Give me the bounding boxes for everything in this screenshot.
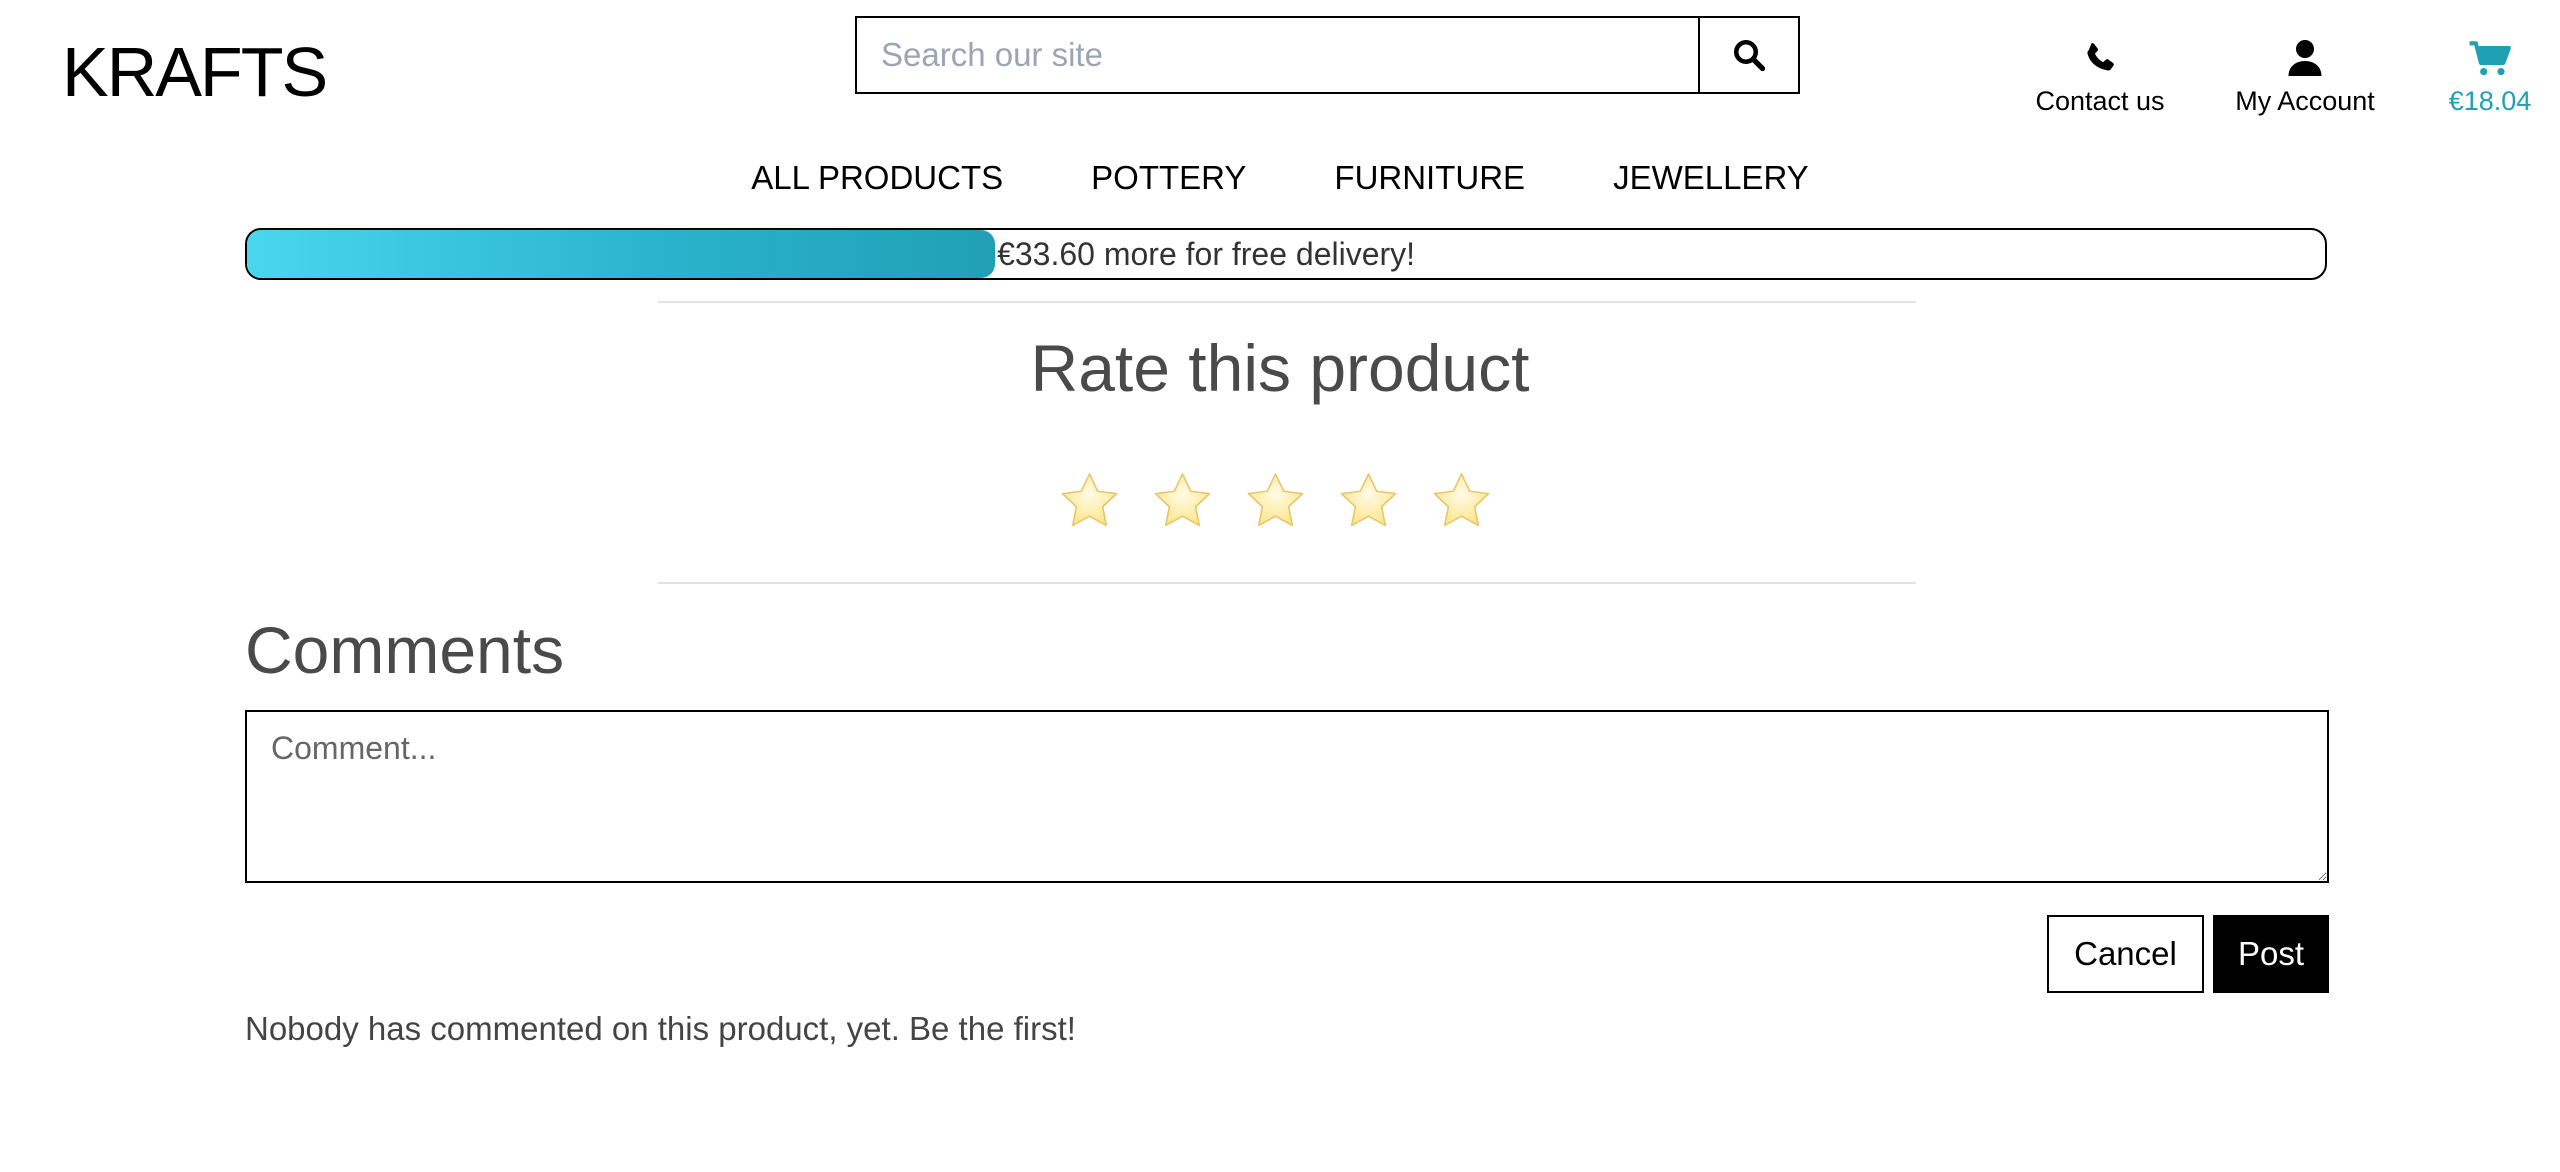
search-bar: [855, 16, 1800, 94]
divider: [658, 301, 1916, 303]
star-icon[interactable]: [1244, 470, 1307, 533]
contact-us-label: Contact us: [2035, 86, 2165, 116]
post-button[interactable]: Post: [2213, 915, 2329, 993]
cart-link[interactable]: €18.04: [2430, 34, 2550, 117]
star-icon[interactable]: [1058, 470, 1121, 533]
star-icon[interactable]: [1337, 470, 1400, 533]
star-rating: [1058, 470, 1493, 533]
star-icon[interactable]: [1430, 470, 1493, 533]
my-account-label: My Account: [2235, 86, 2375, 116]
cart-total: €18.04: [2448, 86, 2532, 116]
page: KRAFTS Contact us My Account: [0, 0, 2560, 1172]
main-nav: ALL PRODUCTS POTTERY FURNITURE JEWELLERY: [0, 156, 2560, 200]
nav-item-furniture[interactable]: FURNITURE: [1290, 156, 1569, 200]
nav-item-all-products[interactable]: ALL PRODUCTS: [707, 156, 1047, 200]
rating-title: Rate this product: [1030, 331, 1530, 405]
search-icon: [1734, 40, 1766, 72]
nav-item-pottery[interactable]: POTTERY: [1047, 156, 1290, 200]
search-input[interactable]: [857, 18, 1698, 92]
progress-message: €33.60 more for free delivery!: [997, 236, 1416, 272]
phone-icon: [2081, 34, 2119, 78]
nav-item-jewellery[interactable]: JEWELLERY: [1569, 156, 1853, 200]
no-comments-message: Nobody has commented on this product, ye…: [245, 1010, 1076, 1047]
cart-icon: [2468, 34, 2512, 78]
my-account-link[interactable]: My Account: [2210, 34, 2400, 117]
free-delivery-progress: €33.60 more for free delivery!: [245, 228, 2327, 280]
comments-title: Comments: [245, 613, 565, 687]
user-icon: [2287, 34, 2323, 78]
cancel-button[interactable]: Cancel: [2047, 915, 2204, 993]
comment-input[interactable]: [245, 710, 2329, 883]
divider: [658, 582, 1916, 584]
star-icon[interactable]: [1151, 470, 1214, 533]
progress-fill: [247, 230, 996, 278]
contact-us-link[interactable]: Contact us: [2010, 34, 2190, 117]
site-logo[interactable]: KRAFTS: [62, 30, 328, 114]
search-button[interactable]: [1698, 18, 1798, 92]
